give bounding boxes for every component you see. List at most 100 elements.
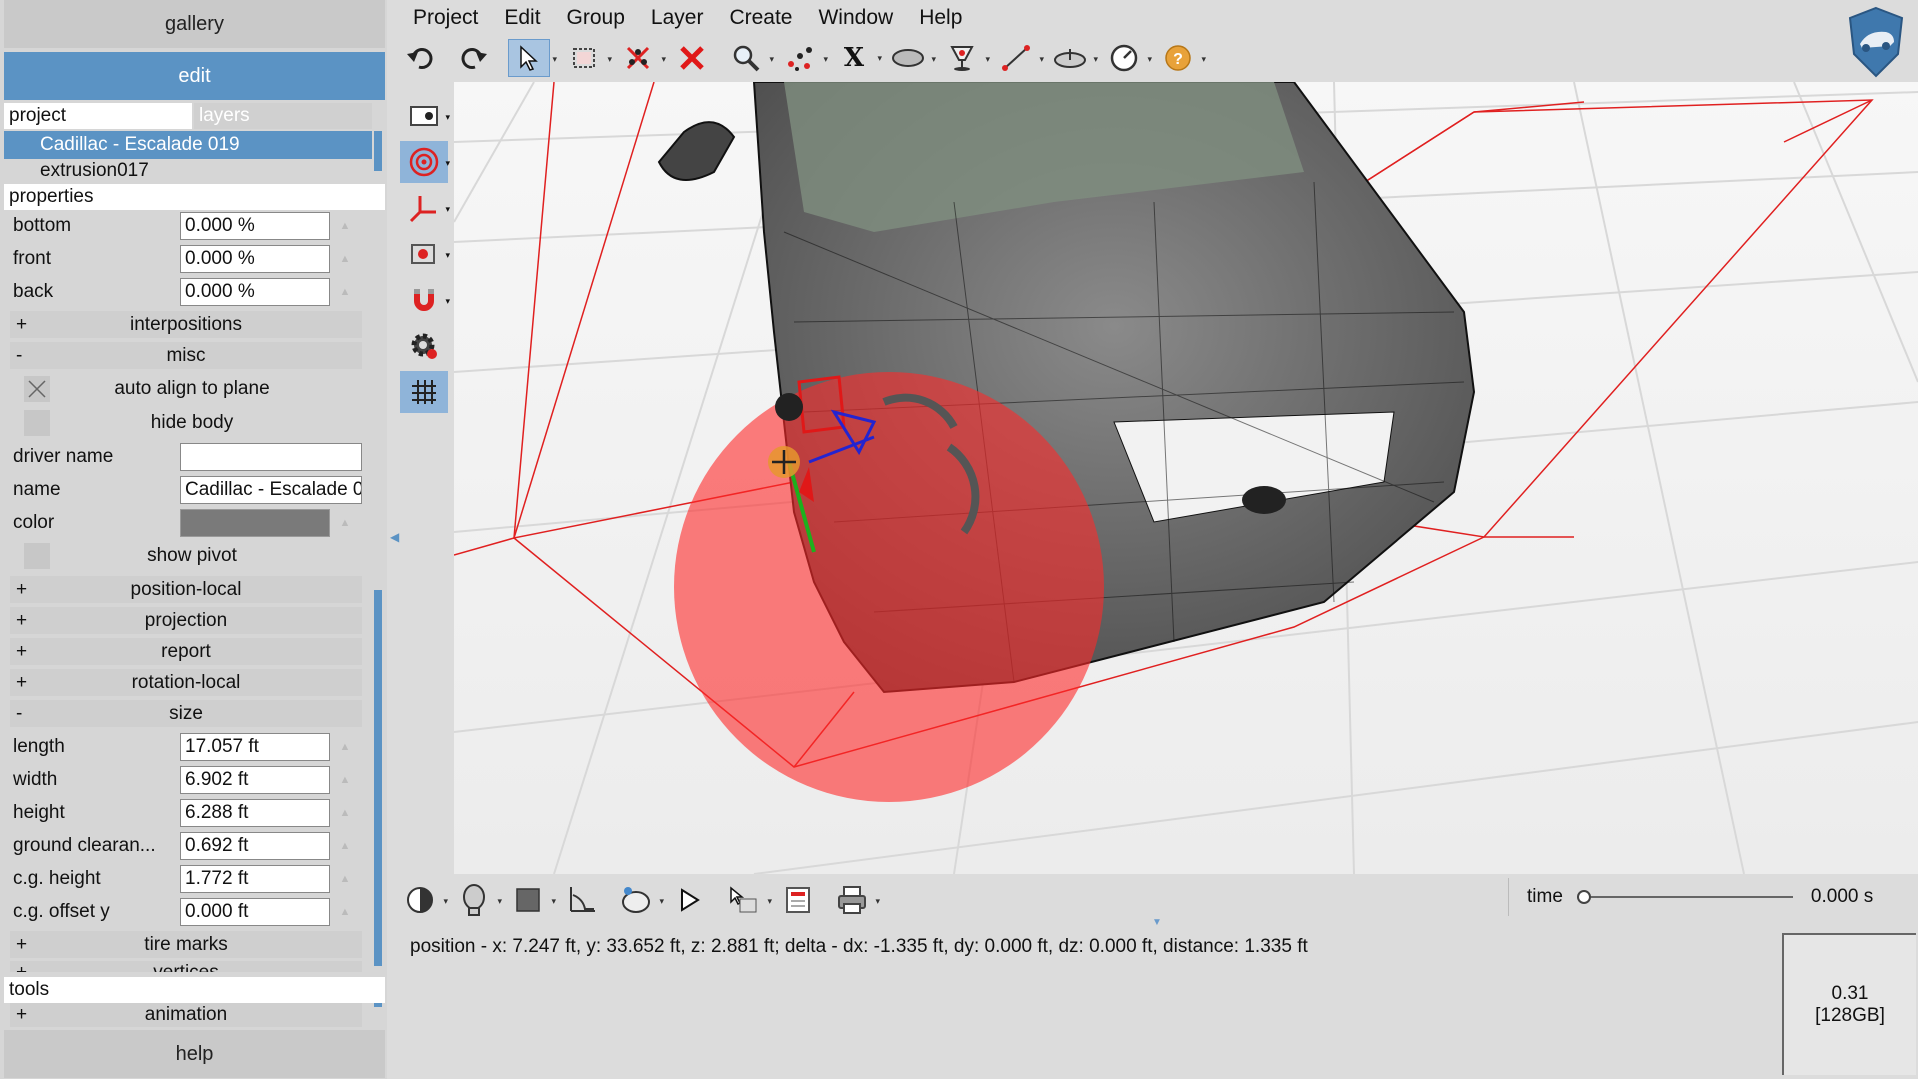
splitter-arrow-icon[interactable]: ▼ (1152, 917, 1162, 928)
menu-project[interactable]: Project (413, 6, 478, 30)
menu-layer[interactable]: Layer (651, 6, 704, 30)
auto-align-checkbox[interactable] (24, 376, 50, 402)
rectangle-select-button[interactable]: ▾ (564, 40, 612, 76)
image-button[interactable]: ▾ (400, 233, 450, 275)
zoom-button[interactable]: ▾ (726, 40, 774, 76)
spinner-icon[interactable]: ▲ (332, 865, 358, 893)
measure-button[interactable]: ▾ (996, 40, 1044, 76)
dropdown-icon: ▾ (552, 54, 557, 64)
spinner-icon[interactable]: ▲ (332, 733, 358, 761)
edit-button[interactable]: edit (4, 52, 385, 100)
fill-color-button[interactable]: ▾ (508, 882, 556, 918)
group-animation[interactable]: + animation (10, 1003, 362, 1027)
head-view-button[interactable]: ▾ (454, 882, 502, 918)
pig-button[interactable]: ▾ (616, 882, 664, 918)
export-frames-button[interactable]: ▾ (724, 882, 772, 918)
group-label: projection (144, 609, 228, 631)
play-button[interactable] (670, 882, 710, 918)
tools-scrollbar[interactable] (374, 1003, 382, 1007)
spinner-icon[interactable]: ▲ (332, 212, 358, 240)
group-label: animation (144, 1004, 228, 1025)
tab-layers[interactable]: layers (194, 103, 372, 129)
spinner-icon[interactable]: ▲ (332, 509, 358, 537)
axes-button[interactable]: ▾ (400, 187, 450, 229)
front-field[interactable]: 0.000 % (180, 245, 330, 273)
time-slider-thumb[interactable] (1576, 890, 1591, 904)
ground-clearance-field[interactable]: 0.692 ft (180, 832, 330, 860)
print-button[interactable]: ▾ (832, 882, 880, 918)
dropdown-icon: ▾ (551, 896, 556, 906)
length-field[interactable]: 17.057 ft (180, 733, 330, 761)
menu-group[interactable]: Group (567, 6, 625, 30)
show-pivot-checkbox[interactable] (24, 543, 50, 569)
collapse-arrow-icon[interactable]: ◀ (390, 530, 399, 544)
width-field[interactable]: 6.902 ft (180, 766, 330, 794)
cg-offset-y-field[interactable]: 0.000 ft (180, 898, 330, 926)
plane-button[interactable]: ▾ (1050, 40, 1098, 76)
group-misc[interactable]: - misc (10, 342, 362, 369)
group-label: vertices (153, 961, 219, 973)
3d-viewport[interactable] (454, 82, 1918, 874)
redo-button[interactable] (454, 40, 494, 76)
group-position-local[interactable]: + position-local (10, 576, 362, 603)
hide-body-checkbox[interactable] (24, 410, 50, 436)
gauge-button[interactable]: ▾ (1104, 40, 1152, 76)
tree-item[interactable]: extrusion017 (4, 160, 372, 184)
group-size[interactable]: - size (10, 700, 362, 727)
spinner-icon[interactable]: ▲ (332, 766, 358, 794)
shading-button[interactable]: ▾ (400, 882, 448, 918)
hide-body-row: hide body (8, 408, 364, 438)
ellipse-button[interactable]: ▾ (888, 40, 936, 76)
dropdown-icon: ▾ (497, 896, 502, 906)
check-x-icon (28, 380, 46, 398)
properties-scrollbar[interactable] (374, 590, 382, 966)
tree-item-selected[interactable]: Cadillac - Escalade 019 (4, 131, 372, 159)
bottom-field[interactable]: 0.000 % (180, 212, 330, 240)
spinner-icon[interactable]: ▲ (332, 278, 358, 306)
menu-window[interactable]: Window (818, 6, 893, 30)
property-row: c.g. height 1.772 ft ▲ (8, 864, 364, 894)
tree-scrollbar[interactable] (374, 131, 382, 171)
menu-help[interactable]: Help (919, 6, 962, 30)
name-field[interactable]: Cadillac - Escalade 019 (180, 476, 362, 504)
points-button[interactable]: ▾ (780, 40, 828, 76)
help-button[interactable]: help (4, 1030, 385, 1078)
menu-edit[interactable]: Edit (504, 6, 540, 30)
group-label: rotation-local (131, 671, 241, 693)
menu-create[interactable]: Create (729, 6, 792, 30)
delete-button[interactable] (672, 40, 712, 76)
group-vertices[interactable]: + vertices (10, 961, 362, 972)
spinner-icon[interactable]: ▲ (332, 245, 358, 273)
group-rotation-local[interactable]: + rotation-local (10, 669, 362, 696)
delete-points-button[interactable]: ▾ (618, 40, 666, 76)
tab-project[interactable]: project (4, 103, 192, 129)
chart-button[interactable] (562, 882, 602, 918)
back-field[interactable]: 0.000 % (180, 278, 330, 306)
driver-name-field[interactable] (180, 443, 362, 471)
undo-button[interactable] (400, 40, 440, 76)
dropdown-icon: ▾ (607, 54, 612, 64)
group-tire-marks[interactable]: + tire marks (10, 931, 362, 958)
cg-height-field[interactable]: 1.772 ft (180, 865, 330, 893)
spinner-icon[interactable]: ▲ (332, 832, 358, 860)
report-button[interactable] (778, 882, 818, 918)
grid-button[interactable] (400, 371, 448, 413)
height-field[interactable]: 6.288 ft (180, 799, 330, 827)
target-button[interactable]: ▾ (400, 141, 450, 183)
cup-button[interactable]: ▾ (942, 40, 990, 76)
camera-view-button[interactable]: ▾ (400, 95, 450, 137)
x-axis-button[interactable]: X ▾ (834, 40, 882, 76)
spinner-icon[interactable]: ▲ (332, 898, 358, 926)
select-tool-button[interactable]: ▾ (508, 39, 557, 77)
group-report[interactable]: + report (10, 638, 362, 665)
magnet-button[interactable]: ▾ (400, 279, 450, 321)
group-interpositions[interactable]: + interpositions (10, 311, 362, 338)
time-slider[interactable] (1576, 890, 1793, 904)
color-swatch[interactable] (180, 509, 330, 537)
dropdown-icon: ▾ (823, 54, 828, 64)
settings-button[interactable] (400, 325, 448, 367)
group-projection[interactable]: + projection (10, 607, 362, 634)
spinner-icon[interactable]: ▲ (332, 799, 358, 827)
help-tool-button[interactable]: ? ▾ (1158, 40, 1206, 76)
gallery-button[interactable]: gallery (4, 0, 385, 48)
